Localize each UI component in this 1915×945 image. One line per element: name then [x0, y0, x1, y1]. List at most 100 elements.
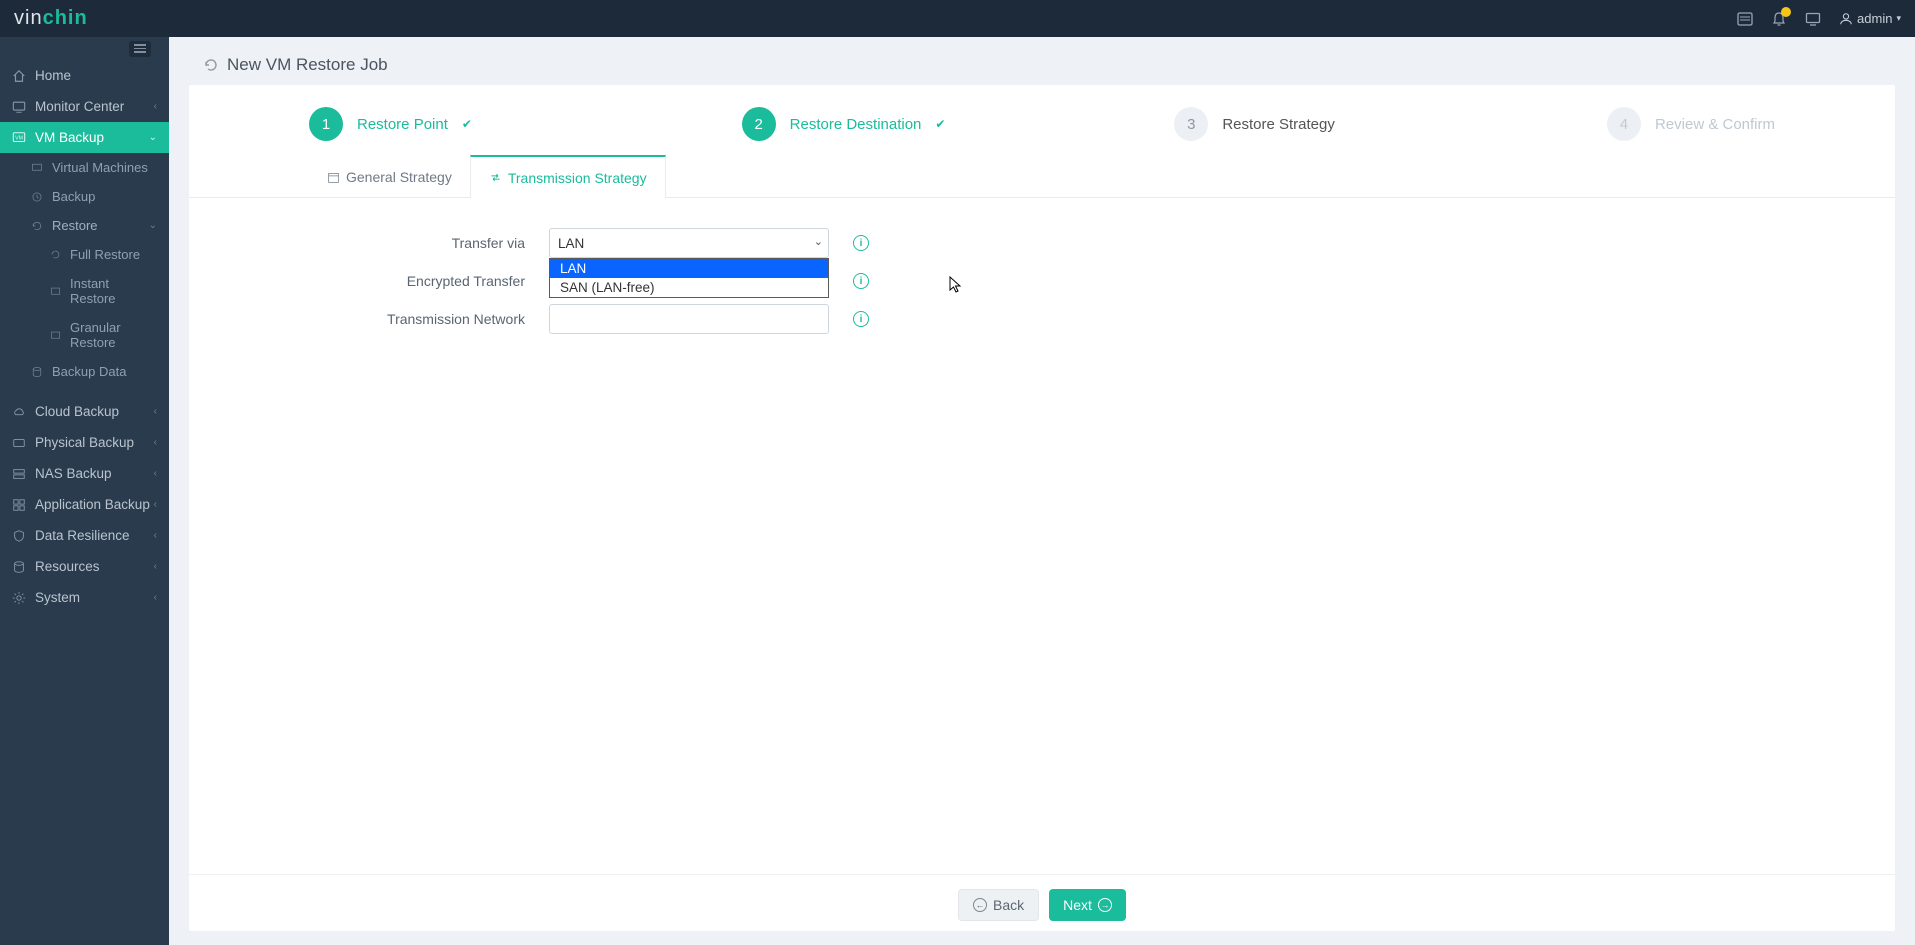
vm-icon: VM [12, 131, 26, 145]
sidebar-item-backup[interactable]: Backup [0, 182, 169, 211]
sidebar-item-label: Backup [52, 189, 95, 204]
resources-icon [12, 560, 26, 574]
strategy-tabs: General Strategy Transmission Strategy [189, 151, 1895, 198]
step-2[interactable]: 2 Restore Destination ✔ [742, 107, 1175, 141]
chevron-left-icon: ‹ [154, 561, 157, 572]
step-number: 1 [309, 107, 343, 141]
sidebar-item-label: Resources [35, 559, 100, 574]
gear-icon [12, 591, 26, 605]
transmission-network-input[interactable] [549, 304, 829, 334]
check-icon: ✔ [935, 117, 945, 131]
sidebar-item-label: VM Backup [35, 130, 104, 145]
sidebar-item-virtual-machines[interactable]: Virtual Machines [0, 153, 169, 182]
chevron-down-icon: ⌄ [149, 132, 157, 143]
list-icon[interactable] [1737, 11, 1753, 27]
sidebar-item-label: Virtual Machines [52, 160, 148, 175]
granular-restore-icon [48, 328, 62, 342]
check-icon: ✔ [462, 117, 472, 131]
app-icon [12, 498, 26, 512]
restore-title-icon [203, 57, 219, 73]
notification-icon[interactable] [1771, 11, 1787, 27]
chevron-left-icon: ‹ [154, 468, 157, 479]
step-4[interactable]: 4 Review & Confirm [1607, 107, 1775, 141]
info-icon[interactable]: i [853, 311, 869, 327]
chevron-left-icon: ‹ [154, 592, 157, 603]
cloud-icon [12, 405, 26, 419]
vm-sub-icon [30, 161, 44, 175]
step-3[interactable]: 3 Restore Strategy [1174, 107, 1607, 141]
dropdown-option-san[interactable]: SAN (LAN-free) [550, 278, 828, 297]
arrow-right-icon: → [1098, 898, 1112, 912]
topbar: vinchin admin ▾ [0, 0, 1915, 37]
step-1[interactable]: 1 Restore Point ✔ [309, 107, 742, 141]
sidebar-item-label: Granular Restore [70, 320, 157, 350]
dropdown-option-lan[interactable]: LAN [550, 259, 828, 278]
back-button[interactable]: ← Back [958, 889, 1039, 921]
step-label: Restore Strategy [1222, 116, 1335, 133]
sidebar-item-label: Physical Backup [35, 435, 134, 450]
sidebar-item-cloud-backup[interactable]: Cloud Backup ‹ [0, 396, 169, 427]
sidebar-item-label: Monitor Center [35, 99, 124, 114]
tab-general-strategy[interactable]: General Strategy [309, 155, 470, 197]
sidebar-item-full-restore[interactable]: Full Restore [0, 240, 169, 269]
sidebar-item-label: Full Restore [70, 247, 140, 262]
monitor-nav-icon [12, 100, 26, 114]
transfer-via-select[interactable]: LAN [549, 228, 829, 258]
wizard-card: 1 Restore Point ✔ 2 Restore Destination … [189, 85, 1895, 931]
restore-icon [30, 219, 44, 233]
sidebar-item-vm-backup[interactable]: VM VM Backup ⌄ [0, 122, 169, 153]
info-icon[interactable]: i [853, 235, 869, 251]
user-menu[interactable]: admin ▾ [1839, 11, 1901, 26]
sidebar-item-label: Restore [52, 218, 98, 233]
sidebar-item-data-resilience[interactable]: Data Resilience ‹ [0, 520, 169, 551]
sidebar-item-nas-backup[interactable]: NAS Backup ‹ [0, 458, 169, 489]
sidebar-item-resources[interactable]: Resources ‹ [0, 551, 169, 582]
physical-icon [12, 436, 26, 450]
calendar-icon [327, 171, 340, 184]
instant-restore-icon [48, 284, 62, 298]
form-area: Transfer via LAN ⌄ LAN SAN (LAN-free) i [189, 198, 1895, 874]
tab-label: Transmission Strategy [508, 170, 647, 186]
sidebar-item-restore[interactable]: Restore ⌄ [0, 211, 169, 240]
chevron-left-icon: ‹ [154, 499, 157, 510]
step-label: Restore Point [357, 116, 448, 133]
arrow-left-icon: ← [973, 898, 987, 912]
nas-icon [12, 467, 26, 481]
sidebar-item-label: Home [35, 68, 71, 83]
sidebar-item-application-backup[interactable]: Application Backup ‹ [0, 489, 169, 520]
sidebar-item-system[interactable]: System ‹ [0, 582, 169, 613]
next-button[interactable]: Next → [1049, 889, 1126, 921]
sidebar-item-label: Backup Data [52, 364, 126, 379]
tab-transmission-strategy[interactable]: Transmission Strategy [470, 155, 666, 198]
page-title-row: New VM Restore Job [189, 55, 1895, 75]
sidebar-item-physical-backup[interactable]: Physical Backup ‹ [0, 427, 169, 458]
chevron-down-icon: ⌄ [149, 220, 157, 231]
sidebar-item-home[interactable]: Home [0, 60, 169, 91]
monitor-icon[interactable] [1805, 11, 1821, 27]
sidebar-item-instant-restore[interactable]: Instant Restore [0, 269, 169, 313]
sidebar-toggle[interactable] [129, 41, 151, 57]
sidebar-item-label: Instant Restore [70, 276, 157, 306]
chevron-left-icon: ‹ [154, 101, 157, 112]
home-icon [12, 69, 26, 83]
sidebar-item-backup-data[interactable]: Backup Data [0, 357, 169, 386]
step-number: 2 [742, 107, 776, 141]
sidebar-item-label: System [35, 590, 80, 605]
transfer-icon [489, 171, 502, 184]
step-label: Review & Confirm [1655, 116, 1775, 133]
encrypted-transfer-label: Encrypted Transfer [309, 273, 549, 289]
backup-icon [30, 190, 44, 204]
sidebar-item-label: Application Backup [35, 497, 150, 512]
sidebar-item-label: NAS Backup [35, 466, 112, 481]
sidebar-item-granular-restore[interactable]: Granular Restore [0, 313, 169, 357]
transfer-via-dropdown: LAN SAN (LAN-free) [549, 258, 829, 298]
sidebar: Home Monitor Center ‹ VM VM Backup ⌄ Vir… [0, 37, 169, 945]
chevron-left-icon: ‹ [154, 530, 157, 541]
sidebar-item-monitor[interactable]: Monitor Center ‹ [0, 91, 169, 122]
info-icon[interactable]: i [853, 273, 869, 289]
page-title: New VM Restore Job [227, 55, 388, 75]
svg-text:VM: VM [15, 135, 23, 141]
sidebar-item-label: Cloud Backup [35, 404, 119, 419]
step-number: 4 [1607, 107, 1641, 141]
transmission-network-label: Transmission Network [309, 311, 549, 327]
